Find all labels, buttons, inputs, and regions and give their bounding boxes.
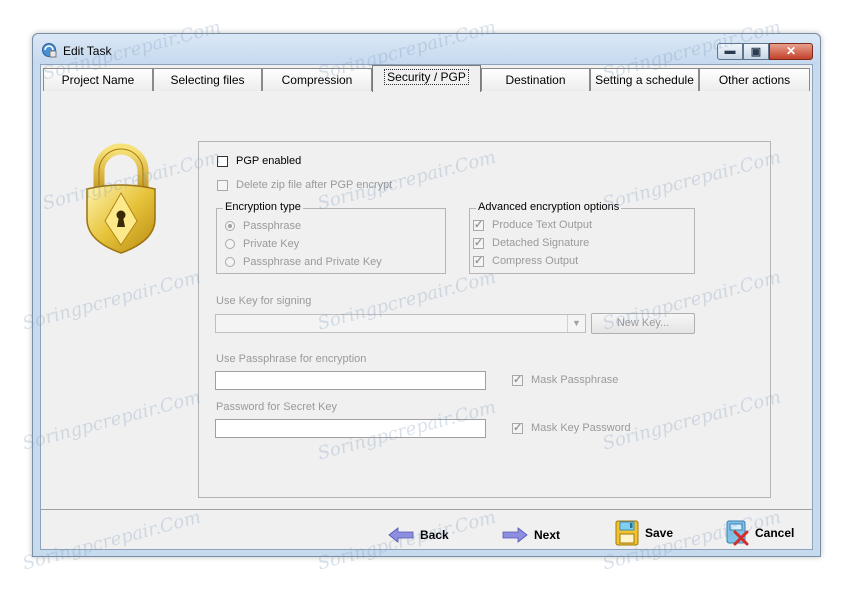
minimize-icon: ▬ bbox=[724, 45, 736, 57]
maximize-button[interactable]: ▣ bbox=[743, 43, 769, 60]
dialog-footer: Back Next Save Cancel bbox=[41, 511, 812, 551]
back-button[interactable]: Back bbox=[388, 527, 449, 543]
checkbox-label: Detached Signature bbox=[492, 237, 590, 249]
minimize-button[interactable]: ▬ bbox=[717, 43, 743, 60]
new-key-button[interactable]: New Key... bbox=[591, 313, 695, 334]
cancel-label: Cancel bbox=[755, 526, 795, 540]
checkbox-label: Produce Text Output bbox=[492, 219, 593, 231]
passphrase-input[interactable] bbox=[215, 371, 486, 390]
checkbox-box[interactable] bbox=[217, 155, 228, 167]
produce-text-output-checkbox[interactable]: Produce Text Output bbox=[473, 218, 593, 231]
task-app-icon bbox=[42, 43, 57, 58]
dialog-client: Project Name Selecting files Compression… bbox=[40, 64, 813, 550]
checkbox-box[interactable] bbox=[473, 218, 484, 231]
footer-divider bbox=[41, 509, 812, 510]
tab-selecting-files[interactable]: Selecting files bbox=[153, 68, 262, 91]
secret-key-password-input[interactable] bbox=[215, 419, 486, 438]
tab-security-pgp[interactable]: Security / PGP bbox=[372, 65, 481, 92]
back-label: Back bbox=[420, 528, 449, 542]
next-label: Next bbox=[534, 528, 561, 542]
checkbox-box[interactable] bbox=[217, 179, 228, 191]
tab-label: Compression bbox=[281, 73, 353, 87]
radio-dot[interactable] bbox=[225, 239, 235, 249]
radio-private-key[interactable]: Private Key bbox=[225, 238, 299, 250]
radio-dot[interactable] bbox=[225, 257, 235, 267]
checkbox-label: Compress Output bbox=[492, 255, 579, 267]
save-button[interactable]: Save bbox=[615, 520, 673, 546]
checkbox-box[interactable] bbox=[512, 373, 523, 386]
maximize-icon: ▣ bbox=[750, 46, 762, 58]
checkbox-label: Mask Key Password bbox=[531, 422, 631, 434]
advanced-encryption-group: Advanced encryption options Produce Text… bbox=[469, 201, 695, 274]
tab-label: Destination bbox=[505, 73, 566, 87]
radio-label: Passphrase and Private Key bbox=[243, 256, 382, 268]
tab-other-actions[interactable]: Other actions bbox=[699, 68, 810, 91]
radio-dot[interactable] bbox=[225, 221, 235, 231]
save-icon bbox=[615, 520, 639, 546]
pgp-enabled-checkbox[interactable]: PGP enabled bbox=[217, 155, 301, 167]
tab-label: Other actions bbox=[718, 73, 791, 87]
tab-destination[interactable]: Destination bbox=[481, 68, 590, 91]
save-label: Save bbox=[645, 526, 674, 540]
checkbox-label: Mask Passphrase bbox=[531, 374, 619, 386]
mask-passphrase-checkbox[interactable]: Mask Passphrase bbox=[512, 373, 619, 386]
close-icon: ✕ bbox=[785, 44, 797, 58]
tab-setting-schedule[interactable]: Setting a schedule bbox=[590, 68, 699, 91]
use-key-label: Use Key for signing bbox=[216, 295, 312, 307]
checkbox-box[interactable] bbox=[473, 254, 484, 267]
passphrase-label: Use Passphrase for encryption bbox=[216, 353, 367, 365]
padlock-icon bbox=[86, 143, 156, 254]
window-title: Edit Task bbox=[63, 44, 112, 58]
cancel-icon bbox=[726, 520, 749, 546]
tab-compression[interactable]: Compression bbox=[262, 68, 372, 91]
signing-key-select[interactable]: ▼ bbox=[215, 314, 586, 333]
checkbox-box[interactable] bbox=[512, 421, 523, 434]
advanced-encryption-label: Advanced encryption options bbox=[476, 201, 622, 213]
arrow-left-icon bbox=[388, 527, 414, 543]
detached-signature-checkbox[interactable]: Detached Signature bbox=[473, 236, 590, 249]
close-button[interactable]: ✕ bbox=[769, 43, 813, 60]
delete-zip-label: Delete zip file after PGP encrypt bbox=[236, 179, 393, 191]
tab-project-name[interactable]: Project Name bbox=[43, 68, 153, 91]
secret-key-label: Password for Secret Key bbox=[216, 401, 338, 413]
pgp-settings-panel: PGP enabled Delete zip file after PGP en… bbox=[198, 141, 771, 498]
edit-task-window: Edit Task ▬ ▣ ✕ Project Name Selecting f… bbox=[32, 33, 821, 557]
tab-label: Security / PGP bbox=[384, 69, 469, 85]
security-pgp-page: PGP enabled Delete zip file after PGP en… bbox=[41, 91, 812, 498]
encryption-type-group: Encryption type Passphrase Private Key P… bbox=[216, 201, 446, 274]
delete-zip-checkbox[interactable]: Delete zip file after PGP encrypt bbox=[217, 179, 392, 191]
arrow-right-icon bbox=[502, 527, 528, 543]
title-bar[interactable]: Edit Task ▬ ▣ ✕ bbox=[33, 34, 820, 64]
compress-output-checkbox[interactable]: Compress Output bbox=[473, 254, 579, 267]
radio-label: Private Key bbox=[243, 238, 300, 250]
next-button[interactable]: Next bbox=[502, 527, 560, 543]
mask-key-password-checkbox[interactable]: Mask Key Password bbox=[512, 421, 631, 434]
tab-label: Setting a schedule bbox=[595, 73, 694, 87]
encryption-type-label: Encryption type bbox=[223, 201, 303, 213]
tab-strip: Project Name Selecting files Compression… bbox=[43, 65, 810, 92]
cancel-button[interactable]: Cancel bbox=[725, 520, 794, 546]
chevron-down-icon[interactable]: ▼ bbox=[567, 315, 585, 332]
pgp-enabled-label: PGP enabled bbox=[236, 155, 302, 167]
radio-label: Passphrase bbox=[243, 220, 302, 232]
checkbox-box[interactable] bbox=[473, 236, 484, 249]
radio-passphrase-and-private-key[interactable]: Passphrase and Private Key bbox=[225, 256, 382, 268]
tab-label: Selecting files bbox=[170, 73, 245, 87]
radio-passphrase[interactable]: Passphrase bbox=[225, 220, 301, 232]
tab-label: Project Name bbox=[61, 73, 135, 87]
